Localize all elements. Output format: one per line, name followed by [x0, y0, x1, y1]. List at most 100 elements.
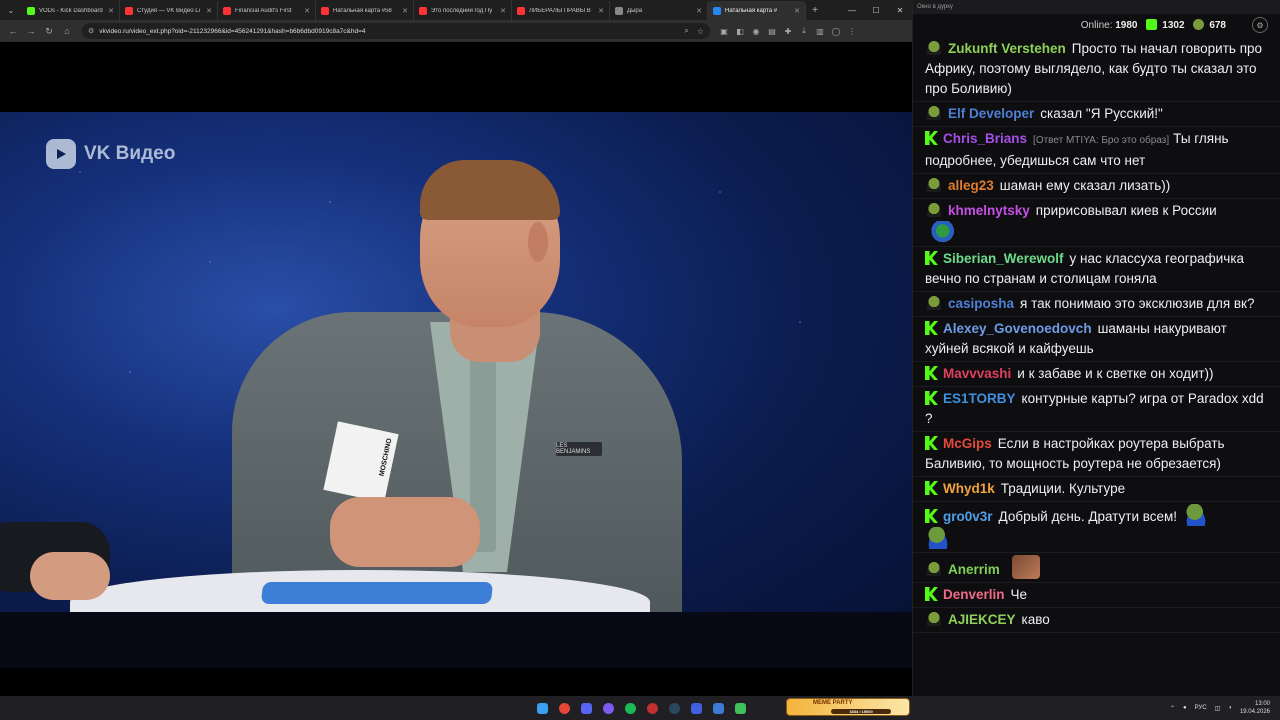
- chat-text: каво: [1021, 612, 1050, 627]
- sidebar-icon[interactable]: ▥: [812, 23, 828, 39]
- settings-gear-icon[interactable]: ⚙: [1252, 17, 1268, 33]
- tray-chevron-icon[interactable]: ⌃: [1170, 705, 1175, 712]
- chat-username[interactable]: ES1TORBY: [943, 391, 1016, 406]
- back-icon[interactable]: ←: [4, 22, 22, 40]
- chat-username[interactable]: alleg23: [948, 178, 994, 193]
- extension-icon[interactable]: ▣: [716, 23, 732, 39]
- tab-close-icon[interactable]: ✕: [598, 7, 604, 15]
- browser-tab[interactable]: Студия — VK Видео Li ✕: [120, 1, 218, 20]
- chat-reply-ref[interactable]: [Ответ MTIYA: Бро это образ]: [1033, 135, 1169, 146]
- meme-party-widget[interactable]: MEME PARTY 1834 / 15000: [786, 698, 910, 716]
- taskbar-apps: [532, 696, 750, 720]
- tab-close-icon[interactable]: ✕: [108, 7, 114, 15]
- tab-search-icon[interactable]: ⌄: [0, 0, 22, 20]
- chat-username[interactable]: AJIEKCEY: [948, 612, 1016, 627]
- chat-username[interactable]: McGips: [943, 436, 992, 451]
- kick-badge-icon: [925, 131, 938, 145]
- forward-icon[interactable]: →: [22, 22, 40, 40]
- chat-text: Добрый дєнь. Дратути всем!: [998, 509, 1178, 524]
- chat-text: шаман ему сказал лизать)): [999, 178, 1171, 193]
- steam-icon[interactable]: [664, 698, 684, 718]
- browser-tab[interactable]: Financial Audit's First ✕: [218, 1, 316, 20]
- url-input[interactable]: ⚙ vkvideo.ru/video_ext.php?oid=-21123296…: [82, 23, 710, 39]
- browser-tab[interactable]: Натальная карта # ✕: [708, 1, 806, 20]
- tab-close-icon[interactable]: ✕: [304, 7, 310, 15]
- volume-icon[interactable]: ◖: [1228, 705, 1232, 711]
- screen: ⌄ VODs - Kick Dashboard ✕ Студия — VK Виде…: [0, 0, 1280, 720]
- app-icon[interactable]: [642, 698, 662, 718]
- messenger-icon[interactable]: [598, 698, 618, 718]
- tab-label: VODs - Kick Dashboard: [39, 7, 103, 14]
- chat-username[interactable]: Alexey_Govenoedovch: [943, 321, 1092, 336]
- chat-username[interactable]: Mavvvashi: [943, 366, 1011, 381]
- reload-icon[interactable]: ↻: [40, 22, 58, 40]
- app-icon[interactable]: [730, 698, 750, 718]
- new-tab-button[interactable]: +: [806, 0, 824, 20]
- tab-close-icon[interactable]: ✕: [794, 7, 800, 15]
- tab-close-icon[interactable]: ✕: [206, 7, 212, 15]
- chat-username[interactable]: Denverlin: [943, 587, 1005, 602]
- clock[interactable]: 13:00 19.04.2026: [1240, 700, 1270, 716]
- chat-username[interactable]: khmelnytsky: [948, 203, 1030, 218]
- kick-badge-icon: [925, 481, 938, 495]
- minimize-icon[interactable]: —: [840, 0, 864, 20]
- mic-icon[interactable]: ●: [1183, 705, 1187, 711]
- site-info-icon[interactable]: ⚙: [88, 27, 94, 35]
- download-icon[interactable]: ⤓: [796, 23, 812, 39]
- chat-username[interactable]: casiposha: [948, 296, 1014, 311]
- language-indicator[interactable]: РУС: [1195, 705, 1207, 711]
- tab-favicon-icon: [419, 6, 427, 15]
- kick-icon: [1145, 19, 1157, 30]
- tab-bar: ⌄ VODs - Kick Dashboard ✕ Студия — VK Виде…: [0, 0, 912, 20]
- kick-badge-icon: [925, 251, 938, 265]
- tab-label: ЛИБЕРАЛЫ ПРАВЫ В: [529, 7, 591, 14]
- chrome-icon[interactable]: [554, 698, 574, 718]
- chat-username[interactable]: Chris_Brians: [943, 131, 1027, 146]
- browser-window: ⌄ VODs - Kick Dashboard ✕ Студия — VK Виде…: [0, 0, 912, 696]
- chat-message: Anerrim: [913, 553, 1280, 583]
- player-icon[interactable]: [686, 698, 706, 718]
- extension-icon[interactable]: ◉: [748, 23, 764, 39]
- chat-message: alleg23 шаман ему сказал лизать)): [913, 174, 1280, 199]
- chat-text: сказал "Я Русский!": [1040, 106, 1163, 121]
- zoom-icon[interactable]: ⌕: [684, 26, 688, 36]
- tab-label: Студия — VK Видео Li: [137, 7, 200, 14]
- extension-icon[interactable]: ◧: [732, 23, 748, 39]
- pepe-badge-icon: [925, 178, 943, 192]
- chat-username[interactable]: Zukunft Verstehen: [948, 41, 1066, 56]
- tab-favicon-icon: [517, 6, 525, 15]
- chat-username[interactable]: gro0v3r: [943, 509, 993, 524]
- start-icon[interactable]: [532, 698, 552, 718]
- tab-close-icon[interactable]: ✕: [500, 7, 506, 15]
- chat-username[interactable]: Whyd1k: [943, 481, 995, 496]
- menu-dots-icon[interactable]: ⋮: [844, 23, 860, 39]
- chat-username[interactable]: Anerrim: [948, 562, 1000, 577]
- browser-tab[interactable]: Это последний год Пу ✕: [414, 1, 512, 20]
- tab-favicon-icon: [27, 6, 35, 15]
- extension-icon[interactable]: ▤: [764, 23, 780, 39]
- tab-close-icon[interactable]: ✕: [696, 7, 702, 15]
- browser-tab[interactable]: Натальная карта #58 ✕: [316, 1, 414, 20]
- browser-tab[interactable]: Дыра ✕: [610, 1, 708, 20]
- discord-icon[interactable]: [576, 698, 596, 718]
- tab-close-icon[interactable]: ✕: [402, 7, 408, 15]
- system-tray: ⌃ ● РУС ◫ ◖ 13:00 19.04.2026: [1170, 696, 1270, 720]
- pepe-icon: [1192, 19, 1204, 30]
- home-icon[interactable]: ⌂: [58, 22, 76, 40]
- close-icon[interactable]: ✕: [888, 0, 912, 20]
- extensions-puzzle-icon[interactable]: ✚: [780, 23, 796, 39]
- maximize-icon[interactable]: ☐: [864, 0, 888, 20]
- browser-tab[interactable]: ЛИБЕРАЛЫ ПРАВЫ В ✕: [512, 1, 610, 20]
- video-player[interactable]: VK Видео MOSCHINO LES BENJAMINS: [0, 42, 912, 696]
- browser-tab[interactable]: VODs - Kick Dashboard ✕: [22, 1, 120, 20]
- chat-username[interactable]: Elf Developer: [948, 106, 1034, 121]
- chat-message: Mavvvashi и к забаве и к светке он ходит)…: [913, 362, 1280, 387]
- chat-messages: Zukunft Verstehen Просто ты начал говорит…: [913, 37, 1280, 696]
- chat-message: Zukunft Verstehen Просто ты начал говорит…: [913, 37, 1280, 102]
- bookmark-star-icon[interactable]: ☆: [697, 27, 704, 36]
- app-icon[interactable]: [708, 698, 728, 718]
- spotify-icon[interactable]: [620, 698, 640, 718]
- network-icon[interactable]: ◫: [1215, 705, 1221, 712]
- chat-username[interactable]: Siberian_Werewolf: [943, 251, 1064, 266]
- profile-icon[interactable]: ◯: [828, 23, 844, 39]
